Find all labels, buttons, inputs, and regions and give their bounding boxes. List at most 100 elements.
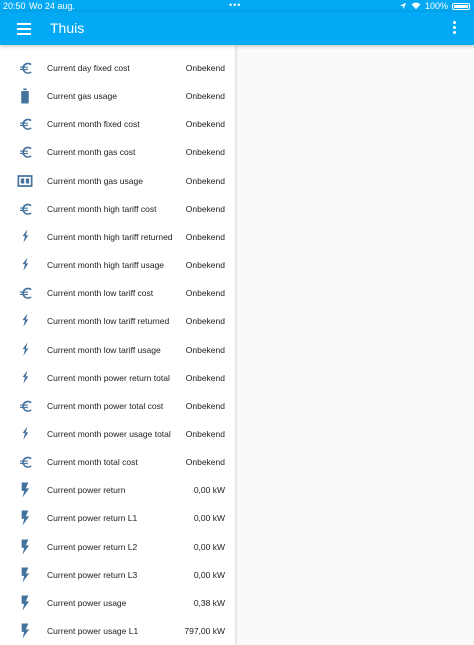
entity-row[interactable]: Current month gas cost Onbekend [0, 138, 235, 166]
entity-row[interactable]: Current power return L3 0,00 kW [0, 561, 235, 589]
entity-name: Current month low tariff returned [47, 316, 170, 327]
entity-row[interactable]: Current month total cost Onbekend [0, 448, 235, 476]
wifi-icon [411, 2, 421, 10]
flash-bolt-icon [15, 593, 35, 613]
entity-state: Onbekend [185, 260, 225, 271]
entity-state: 0,00 kW [193, 513, 225, 524]
entity-name: Current power return L1 [47, 513, 138, 524]
menu-icon [17, 23, 31, 25]
entity-state: Onbekend [185, 119, 225, 130]
entity-name: Current month fixed cost [47, 119, 140, 130]
entity-row[interactable]: Current power usage 0,38 kW [0, 589, 235, 617]
entity-row[interactable]: Current month power total cost Onbekend [0, 392, 235, 420]
entity-name: Current month power return total [47, 372, 170, 383]
flash-bolt-icon [15, 480, 35, 500]
flash-icon [15, 311, 35, 331]
entity-row[interactable]: Current month power return total Onbekend [0, 364, 235, 392]
entity-state: Onbekend [185, 147, 225, 158]
flash-bolt-icon [15, 621, 35, 641]
entity-row[interactable]: Current power return L1 0,00 kW [0, 504, 235, 532]
flash-bolt-icon [15, 537, 35, 557]
entity-name: Current month gas cost [47, 147, 136, 158]
entity-name: Current month gas usage [47, 175, 143, 186]
entity-state: Onbekend [185, 175, 225, 186]
entity-state: Onbekend [185, 288, 225, 299]
battery-icon [452, 2, 470, 10]
entity-name: Current month low tariff usage [47, 344, 161, 355]
gas-cylinder-icon [15, 86, 35, 106]
entity-state: Onbekend [185, 457, 225, 468]
currency-eur-icon [15, 396, 35, 416]
entity-row[interactable]: Current gas usage Onbekend [0, 82, 235, 110]
flash-icon [15, 255, 35, 275]
multitasking-dots-icon[interactable]: ••• [229, 0, 241, 11]
entity-name: Current power return [47, 485, 126, 496]
entity-row[interactable]: Current power usage L1 797,00 kW [0, 617, 235, 645]
entity-name: Current month power total cost [47, 400, 164, 411]
entity-state: 0,00 kW [193, 485, 225, 496]
entity-row[interactable]: Current month low tariff usage Onbekend [0, 336, 235, 364]
entity-name: Current month low tariff cost [47, 288, 154, 299]
entity-state: 0,38 kW [193, 597, 225, 608]
location-arrow-icon [399, 2, 407, 10]
entity-row[interactable]: Current month high tariff returned Onbeke… [0, 223, 235, 251]
entity-name: Current month high tariff usage [47, 260, 165, 271]
flash-icon [15, 340, 35, 360]
entity-row[interactable]: Current power return L2 0,00 kW [0, 533, 235, 561]
currency-eur-icon [15, 58, 35, 78]
entity-state: Onbekend [185, 203, 225, 214]
currency-eur-icon [15, 199, 35, 219]
entity-state: Onbekend [185, 428, 225, 439]
currency-eur-icon [15, 114, 35, 134]
entity-name: Current gas usage [47, 91, 117, 102]
entity-row[interactable]: Current month low tariff returned Onbeken… [0, 307, 235, 335]
entity-state: Onbekend [185, 372, 225, 383]
entity-name: Current month high tariff cost [47, 203, 157, 214]
status-bar: 20:50 Wo 24 aug. ••• 100% [0, 0, 474, 12]
entity-row[interactable]: Current month low tariff cost Onbekend [0, 279, 235, 307]
flash-icon [15, 424, 35, 444]
dots-vertical-icon [453, 21, 456, 24]
currency-eur-icon [15, 452, 35, 472]
entity-state: Onbekend [185, 91, 225, 102]
status-right-group: 100% [399, 0, 470, 12]
status-date: Wo 24 aug. [29, 1, 75, 11]
entity-name: Current power return L3 [47, 569, 138, 580]
more-options-button[interactable] [452, 21, 456, 35]
entity-name: Current day fixed cost [47, 63, 130, 73]
entity-state: Onbekend [185, 344, 225, 355]
page-title: Thuis [50, 20, 85, 36]
entity-state: 0,00 kW [193, 569, 225, 580]
entity-state: 0,00 kW [193, 541, 225, 552]
entity-state: 797,00 kW [184, 626, 225, 636]
entity-state: Onbekend [185, 316, 225, 327]
battery-percentage: 100% [424, 1, 448, 11]
entity-row[interactable]: Current day fixed cost Onbekend [0, 54, 235, 82]
entity-name: Current power usage L1 [47, 626, 139, 636]
flash-icon [15, 227, 35, 247]
flash-bolt-icon [15, 508, 35, 528]
entity-name: Current month power usage total [47, 428, 171, 439]
status-time: 20:50 [3, 1, 26, 11]
entity-row[interactable]: Current power return 0,00 kW [0, 476, 235, 504]
entity-row[interactable]: Current month power usage total Onbekend [0, 420, 235, 448]
flash-icon [15, 368, 35, 388]
entity-state: Onbekend [185, 63, 225, 73]
entity-name: Current power usage [47, 597, 127, 608]
entity-state: Onbekend [185, 231, 225, 242]
entity-name: Current month high tariff returned [47, 231, 173, 242]
entity-row[interactable]: Current month gas usage Onbekend [0, 167, 235, 195]
entity-row[interactable]: Current month fixed cost Onbekend [0, 110, 235, 138]
meter-gas-icon [15, 171, 35, 191]
currency-eur-icon [15, 142, 35, 162]
entity-row[interactable]: Current month high tariff usage Onbekend [0, 251, 235, 279]
currency-eur-icon [15, 283, 35, 303]
app-toolbar: Thuis [0, 12, 474, 45]
entity-name: Current power return L2 [47, 541, 138, 552]
flash-bolt-icon [15, 565, 35, 585]
entities-card: Current day fixed cost Onbekend Current ga… [0, 45, 235, 645]
menu-button[interactable] [14, 19, 34, 39]
entity-name: Current month total cost [47, 457, 138, 468]
entity-state: Onbekend [185, 400, 225, 411]
entity-row[interactable]: Current month high tariff cost Onbekend [0, 195, 235, 223]
